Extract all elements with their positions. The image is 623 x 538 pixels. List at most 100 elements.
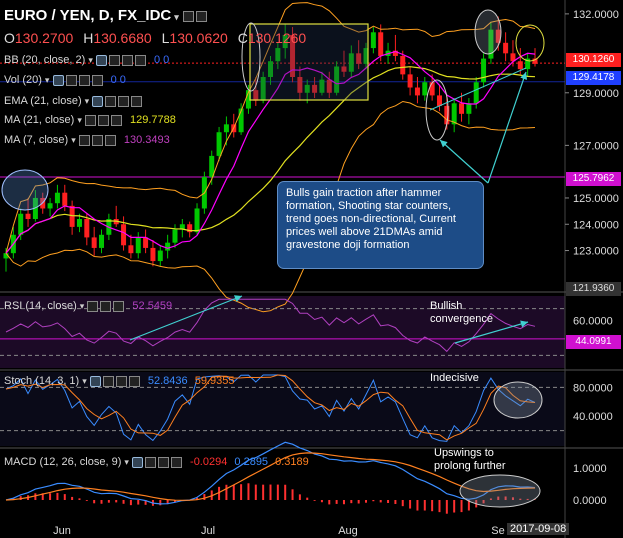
chevron-down-icon: ▾ bbox=[77, 115, 82, 125]
add-icon[interactable] bbox=[97, 114, 109, 126]
bb-label: BB (20, close, 2) bbox=[4, 54, 86, 66]
price-tick-label: 127.0000 bbox=[573, 140, 619, 152]
settings-icon[interactable] bbox=[84, 114, 96, 126]
rsi-tick-label: 60.0000 bbox=[573, 315, 613, 327]
stoch-highlight-ellipse bbox=[493, 381, 543, 419]
candle-body bbox=[517, 61, 523, 70]
chevron-down-icon: ▾ bbox=[124, 457, 129, 467]
ma21-label: MA (21, close) bbox=[4, 114, 75, 126]
rsi-legend[interactable]: RSI (14, close) ▾ 52.5459 bbox=[4, 300, 172, 312]
chevron-down-icon: ▾ bbox=[88, 55, 93, 65]
candle-body bbox=[91, 237, 97, 248]
ma7-label: MA (7, close) bbox=[4, 134, 69, 146]
stoch-tick-label: 40.0000 bbox=[573, 411, 613, 423]
settings-icon[interactable] bbox=[78, 134, 90, 146]
macd-hist-value: -0.0294 bbox=[190, 456, 228, 468]
settings-icon[interactable] bbox=[144, 456, 156, 468]
ma7-price-label: 125.7962 bbox=[566, 172, 621, 186]
close-icon[interactable] bbox=[131, 95, 143, 107]
settings-icon[interactable] bbox=[87, 300, 99, 312]
candle-body bbox=[76, 219, 82, 227]
x-tick-label: Jun bbox=[53, 525, 71, 537]
settings-icon[interactable] bbox=[105, 95, 117, 107]
candle-body bbox=[466, 103, 472, 114]
add-icon[interactable] bbox=[157, 456, 169, 468]
indicator-vol[interactable]: Vol (20) ▾ 0 0 bbox=[4, 74, 126, 86]
low-value: 130.0620 bbox=[169, 30, 228, 46]
add-icon[interactable] bbox=[91, 134, 103, 146]
close-icon[interactable] bbox=[110, 114, 122, 126]
ma7-value: 130.3493 bbox=[123, 134, 170, 146]
rsi-value: 52.5459 bbox=[132, 300, 173, 312]
rsi-label: RSI (14, close) bbox=[4, 300, 77, 312]
indicator-ema[interactable]: EMA (21, close) ▾ bbox=[4, 95, 144, 107]
analysis-callout: Bulls gain traction after hammer formati… bbox=[277, 181, 484, 269]
stoch-k-value: 52.8436 bbox=[147, 375, 188, 387]
candle-body bbox=[223, 124, 229, 133]
price-tick-label: 123.0000 bbox=[573, 246, 619, 258]
price-tick-label: 125.0000 bbox=[573, 193, 619, 205]
candle-body bbox=[216, 132, 222, 156]
candle-body bbox=[459, 103, 465, 114]
indicator-bb[interactable]: BB (20, close, 2) ▾ 0 0 bbox=[4, 54, 169, 66]
visibility-icon[interactable] bbox=[92, 95, 104, 107]
vol-label: Vol (20) bbox=[4, 74, 42, 86]
visibility-icon[interactable] bbox=[131, 456, 143, 468]
stoch-legend[interactable]: Stoch (14, 3, 1) ▾ 52.8436 59.9355 bbox=[4, 375, 234, 387]
highlight-ellipse-hammer bbox=[1, 169, 49, 211]
candle-body bbox=[473, 82, 479, 104]
candle-body bbox=[436, 95, 442, 106]
rsi-price-label: 44.0991 bbox=[566, 335, 621, 349]
indicator-ma7[interactable]: MA (7, close) ▾ 130.3493 bbox=[4, 134, 170, 146]
current-price-label: 130.1260 bbox=[566, 53, 621, 67]
close-icon[interactable] bbox=[104, 134, 116, 146]
macd-tick-label: 1.0000 bbox=[573, 463, 607, 475]
stoch-d-value: 59.9355 bbox=[194, 375, 235, 387]
close-icon[interactable] bbox=[91, 74, 103, 86]
candle-body bbox=[47, 203, 53, 209]
candle-body bbox=[503, 42, 509, 54]
settings-icon[interactable] bbox=[65, 74, 77, 86]
add-icon[interactable] bbox=[115, 375, 127, 387]
high-value: 130.6680 bbox=[93, 30, 152, 46]
stoch-annotation: Indecisive bbox=[430, 372, 479, 384]
indicator-ma21[interactable]: MA (21, close) ▾ 129.7788 bbox=[4, 114, 176, 126]
add-icon[interactable] bbox=[118, 95, 130, 107]
candle-body bbox=[54, 192, 60, 204]
candle-body bbox=[370, 32, 376, 49]
macd-legend[interactable]: MACD (12, 26, close, 9) ▾ -0.0294 0.2895 … bbox=[4, 456, 309, 468]
bb-values: 0 0 bbox=[153, 54, 170, 66]
close-icon[interactable] bbox=[195, 10, 207, 22]
candle-body bbox=[157, 250, 163, 262]
candle-body bbox=[84, 219, 90, 238]
add-icon[interactable] bbox=[121, 54, 133, 66]
macd-highlight-ellipse bbox=[459, 474, 541, 508]
chart-title[interactable]: EURO / YEN, D, FX_IDC ▾ bbox=[4, 7, 209, 24]
ema-label: EMA (21, close) bbox=[4, 95, 82, 107]
add-icon[interactable] bbox=[100, 300, 112, 312]
price-tick-label: 124.0000 bbox=[573, 219, 619, 231]
candle-body bbox=[128, 245, 134, 254]
settings-icon[interactable] bbox=[182, 10, 194, 22]
settings-icon[interactable] bbox=[102, 375, 114, 387]
stoch-label: Stoch (14, 3, 1) bbox=[4, 375, 80, 387]
candle-body bbox=[414, 87, 420, 96]
chevron-down-icon: ▾ bbox=[82, 376, 87, 386]
close-icon[interactable] bbox=[113, 300, 125, 312]
chevron-down-icon: ▾ bbox=[71, 135, 76, 145]
close-icon[interactable] bbox=[170, 456, 182, 468]
settings-icon[interactable] bbox=[108, 54, 120, 66]
x-tick-label: Se bbox=[491, 525, 504, 537]
add-icon[interactable] bbox=[78, 74, 90, 86]
ma21-value: 129.7788 bbox=[129, 114, 176, 126]
visibility-icon[interactable] bbox=[52, 74, 64, 86]
candle-body bbox=[422, 82, 428, 96]
visibility-icon[interactable] bbox=[89, 375, 101, 387]
close-icon[interactable] bbox=[134, 54, 146, 66]
visibility-icon[interactable] bbox=[95, 54, 107, 66]
candle-body bbox=[194, 208, 200, 233]
close-icon[interactable] bbox=[128, 375, 140, 387]
symbol-title: EURO / YEN, D, FX_IDC bbox=[4, 7, 172, 24]
open-value: 130.2700 bbox=[14, 30, 74, 46]
candle-body bbox=[121, 224, 127, 246]
